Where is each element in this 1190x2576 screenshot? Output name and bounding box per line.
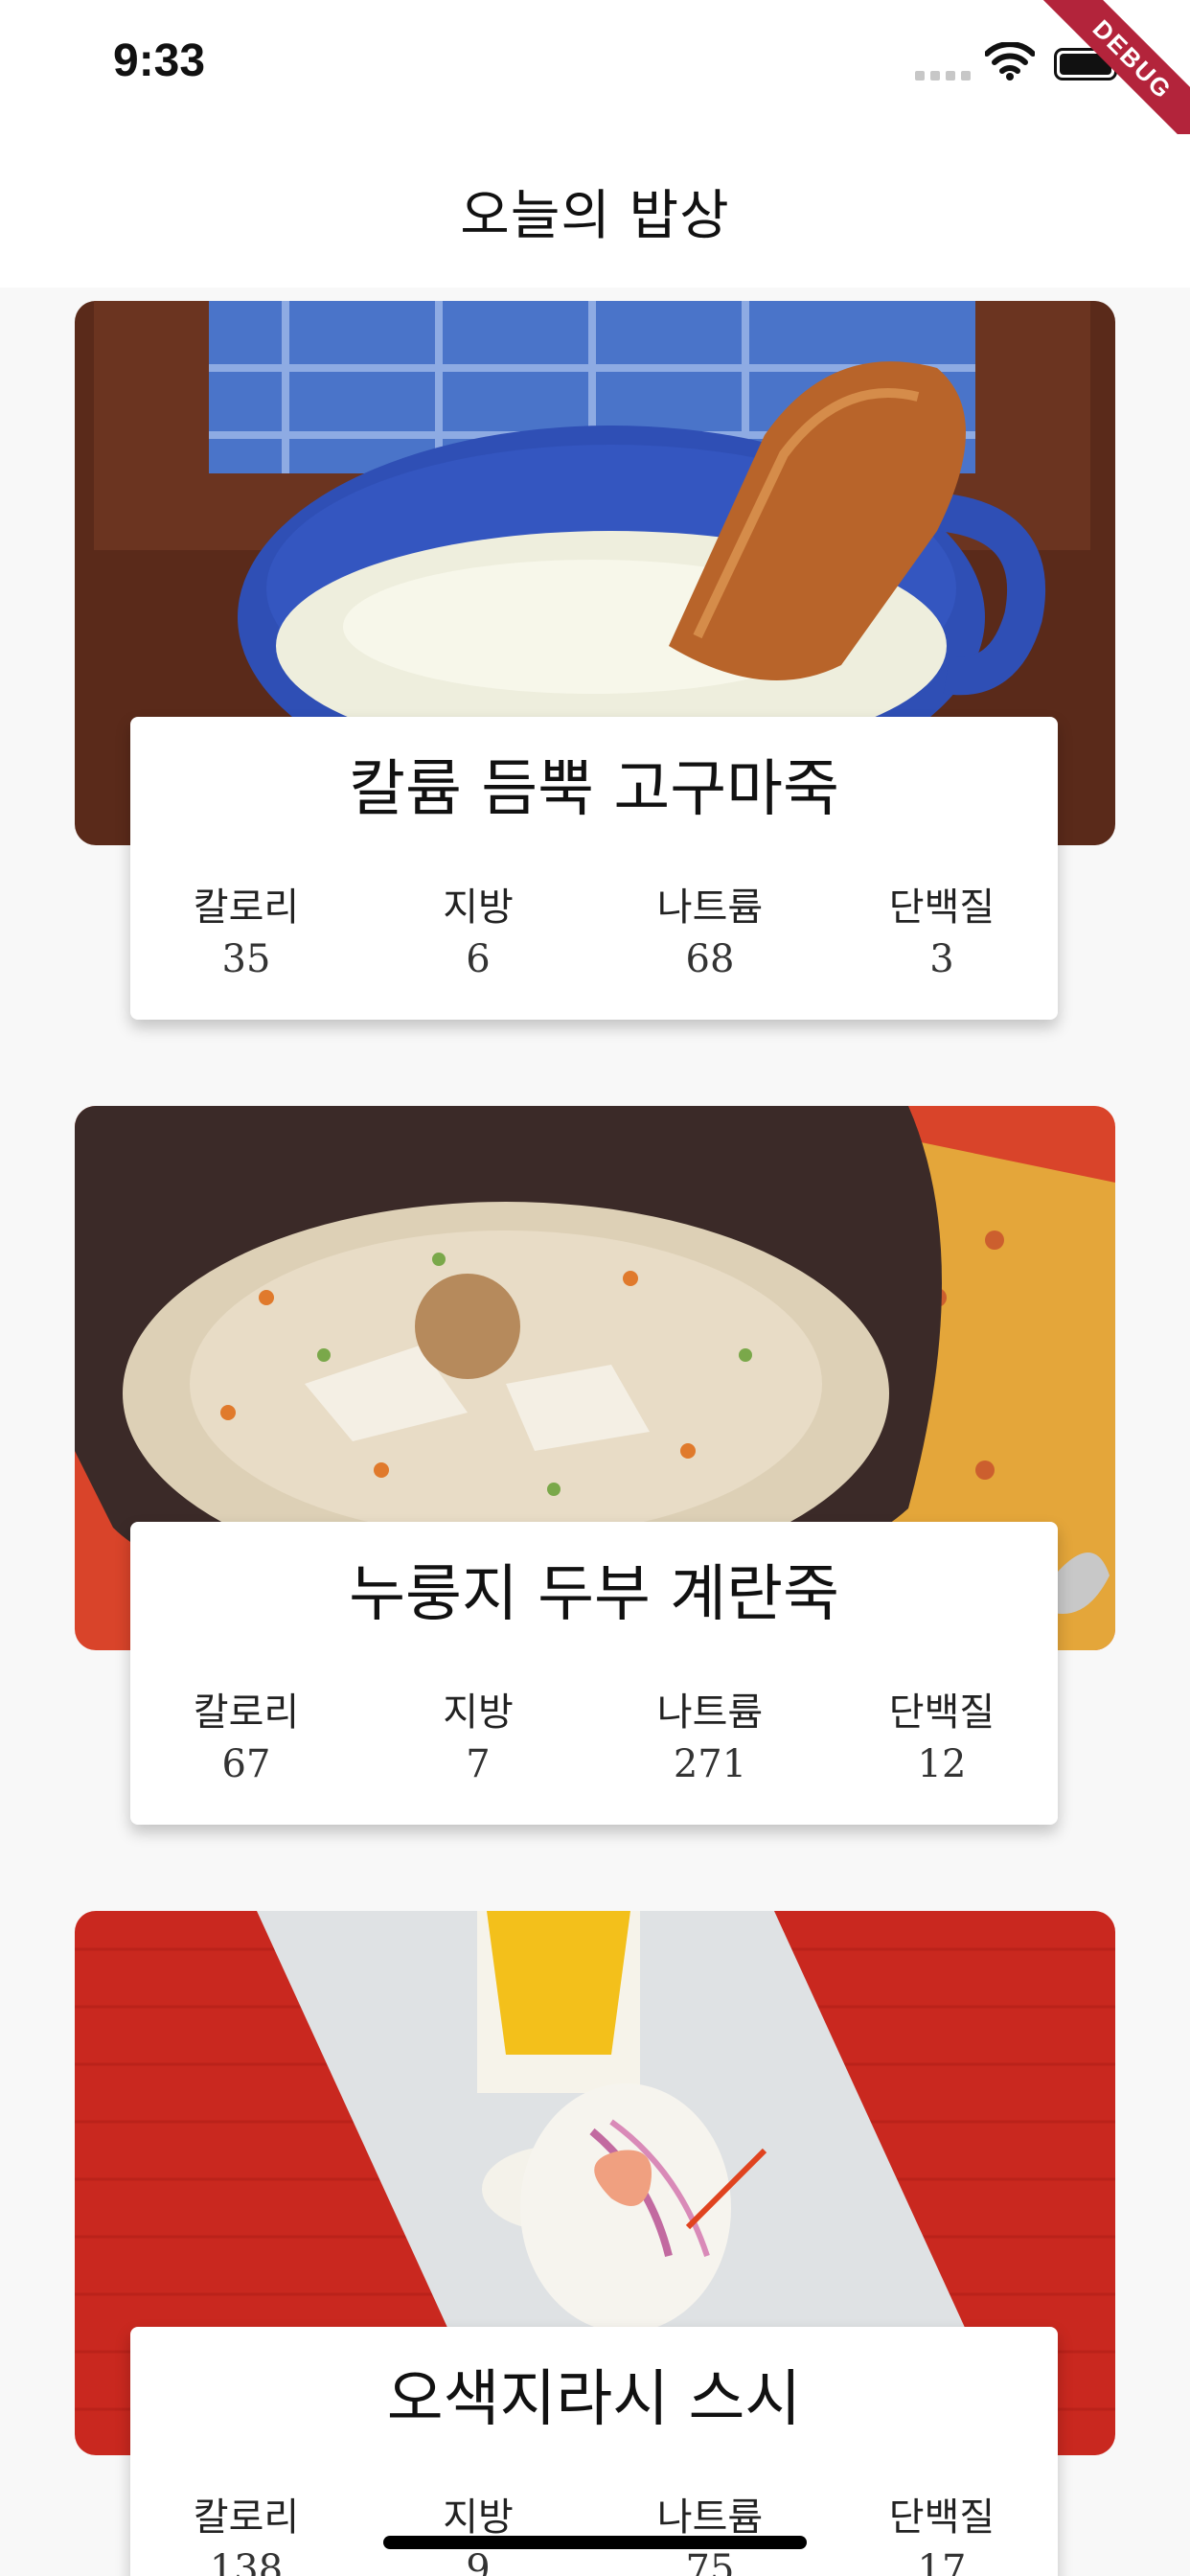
nutrient-protein: 단백질 3 [826, 876, 1058, 981]
nutrient-row: 칼로리 67 지방 7 나트륨 271 단백질 12 [130, 1681, 1058, 1786]
nutrient-value: 17 [917, 2547, 967, 2576]
nutrient-label: 단백질 [888, 886, 995, 930]
cellular-signal-icon [915, 71, 971, 82]
nutrient-value: 75 [685, 2547, 735, 2576]
wifi-icon [985, 42, 1035, 80]
status-bar: 9:33 [0, 0, 1190, 134]
nutrient-label: 나트륨 [656, 1690, 764, 1735]
nutrient-value: 6 [466, 937, 491, 981]
nutrient-label: 지방 [443, 1690, 514, 1735]
nutrient-label: 지방 [443, 886, 514, 930]
page-title: 오늘의 밥상 [460, 184, 730, 247]
nutrient-value: 9 [466, 2547, 491, 2576]
nutrient-sodium: 나트륨 271 [594, 1681, 826, 1786]
nutrient-calories: 칼로리 138 [130, 2486, 362, 2576]
nutrient-value: 7 [466, 1742, 491, 1786]
nutrient-label: 칼로리 [193, 1690, 300, 1735]
nutrient-sodium: 나트륨 75 [594, 2486, 826, 2576]
recipe-title: 칼륨 듬뿍 고구마죽 [349, 754, 839, 825]
nutrient-fat: 지방 9 [362, 2486, 594, 2576]
recipe-title: 누룽지 두부 계란죽 [349, 1559, 839, 1630]
recipe-info-panel: 칼륨 듬뿍 고구마죽 칼로리 35 지방 6 나트륨 68 단백질 3 [130, 717, 1058, 1020]
nutrient-fat: 지방 6 [362, 876, 594, 981]
nutrient-calories: 칼로리 35 [130, 876, 362, 981]
app-bar: 오늘의 밥상 [0, 134, 1190, 288]
nutrient-value: 3 [929, 937, 954, 981]
recipe-info-panel: 누룽지 두부 계란죽 칼로리 67 지방 7 나트륨 271 단백질 12 [130, 1522, 1058, 1825]
nutrient-value: 35 [221, 937, 271, 981]
nutrient-value: 67 [221, 1742, 271, 1786]
nutrient-sodium: 나트륨 68 [594, 876, 826, 981]
nutrient-label: 단백질 [888, 2496, 995, 2540]
nutrient-label: 단백질 [888, 1690, 995, 1735]
nutrient-label: 칼로리 [193, 886, 300, 930]
nutrient-calories: 칼로리 67 [130, 1681, 362, 1786]
nutrient-label: 나트륨 [656, 886, 764, 930]
nutrient-fat: 지방 7 [362, 1681, 594, 1786]
nutrient-value: 68 [685, 937, 735, 981]
home-indicator[interactable] [383, 2536, 807, 2549]
nutrient-row: 칼로리 138 지방 9 나트륨 75 단백질 17 [130, 2486, 1058, 2576]
nutrient-row: 칼로리 35 지방 6 나트륨 68 단백질 3 [130, 876, 1058, 981]
nutrient-value: 138 [209, 2547, 284, 2576]
nutrient-label: 칼로리 [193, 2496, 300, 2540]
nutrient-value: 271 [673, 1742, 747, 1786]
nutrient-value: 12 [917, 1742, 967, 1786]
status-time: 9:33 [113, 35, 206, 86]
recipe-title: 오색지라시 스시 [386, 2364, 802, 2435]
nutrient-protein: 단백질 12 [826, 1681, 1058, 1786]
nutrient-protein: 단백질 17 [826, 2486, 1058, 2576]
